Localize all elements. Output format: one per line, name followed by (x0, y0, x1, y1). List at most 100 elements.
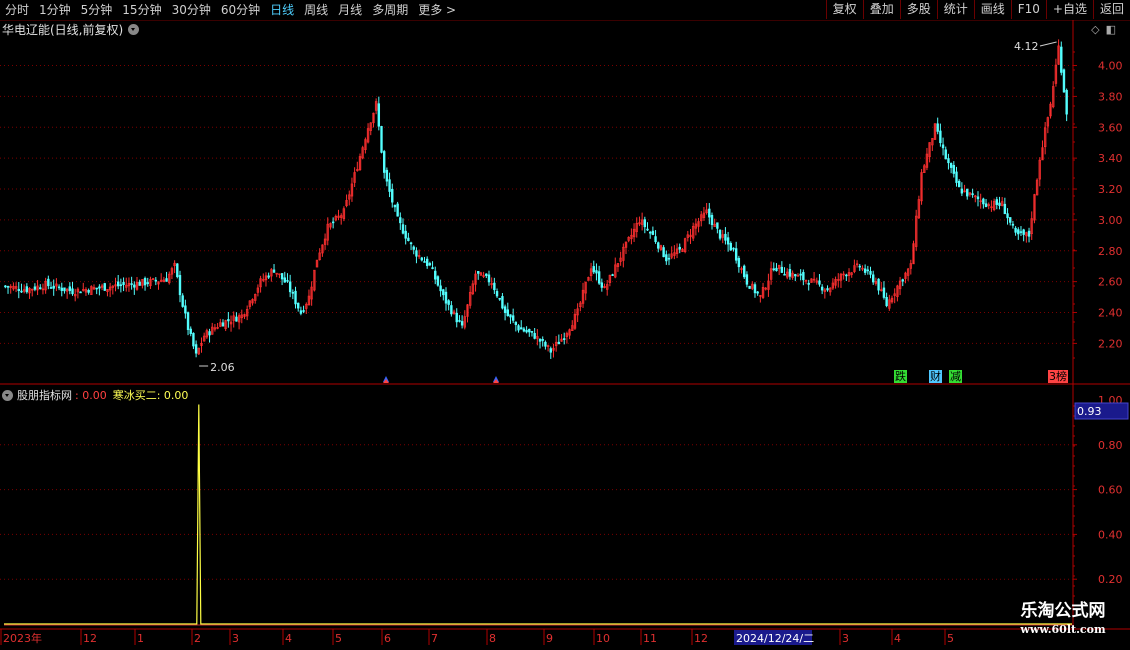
x-tick-label: 12 (694, 632, 708, 645)
candle-body (885, 297, 888, 307)
candle-body (194, 344, 198, 354)
candle-body (544, 341, 547, 347)
watermark-title: 乐淘公式网 (1020, 601, 1106, 621)
candle-body (49, 287, 53, 289)
candle-body (283, 277, 286, 283)
candle-body (143, 278, 147, 286)
candle-body (734, 248, 738, 261)
candle-body (995, 199, 998, 205)
candle-body (592, 266, 595, 273)
candle-body (1014, 227, 1017, 233)
candle-body (982, 198, 985, 205)
candle-body (514, 321, 518, 325)
candle-body (178, 275, 182, 296)
candle-body (662, 247, 665, 258)
candle-body (506, 309, 509, 317)
candle-body (272, 269, 276, 273)
candle-body (1003, 203, 1007, 215)
candle-body (407, 237, 410, 241)
candle-body (299, 310, 303, 314)
candle-body (235, 316, 238, 322)
candle-body (119, 284, 123, 287)
signal-label-2: 减 (949, 370, 962, 383)
x-tick-label: 8 (489, 632, 496, 645)
candle-body (667, 257, 671, 260)
candle-body (181, 295, 184, 307)
signal-label-0: 跌 (894, 370, 907, 383)
watermark-url: www.60lt.com (1020, 623, 1106, 636)
indicator-title: 股朋指标网 : 0.00 寒冰买二 : 0.00 (2, 387, 188, 403)
y-tick-label: 3.80 (1098, 90, 1123, 103)
candle-body (294, 290, 297, 305)
candle-body (788, 269, 792, 277)
candle-body (520, 327, 523, 330)
candle-body (1009, 217, 1012, 223)
x-tick-label: 3 (842, 632, 849, 645)
candle-body (87, 289, 90, 293)
candle-body (772, 268, 775, 271)
candle-body (122, 282, 125, 285)
candle-body (103, 283, 106, 291)
candle-body (288, 281, 292, 293)
candle-body (863, 268, 867, 273)
candle-body (648, 231, 652, 234)
candle-body (458, 320, 461, 322)
candle-body (399, 217, 402, 224)
indicator-y-tick-label: 0.80 (1098, 439, 1123, 452)
candle-body (388, 179, 391, 192)
candle-body (533, 333, 536, 339)
candle-body (485, 273, 488, 276)
candle-body (654, 236, 657, 243)
candle-body (1017, 229, 1020, 235)
candle-body (807, 282, 810, 285)
candle-body (221, 322, 225, 327)
candle-body (756, 291, 759, 294)
candle-body (431, 267, 434, 270)
candle-body (611, 274, 614, 276)
y-tick-label: 2.80 (1098, 245, 1123, 258)
candle-body (511, 315, 515, 321)
candle-body (6, 286, 10, 288)
candle-body (525, 329, 528, 333)
candle-body (794, 274, 797, 277)
candle-body (783, 273, 786, 276)
candle-body (79, 291, 82, 294)
indicator-dropdown-icon[interactable] (2, 389, 13, 401)
candle-body (509, 314, 512, 318)
y-tick-label: 2.60 (1098, 276, 1123, 289)
candle-body (4, 285, 7, 288)
candle-body (1065, 90, 1068, 115)
candle-body (869, 271, 872, 275)
candle-body (291, 292, 295, 294)
candle-body (901, 279, 904, 282)
y-tick-label: 3.60 (1098, 121, 1123, 134)
candle-body (455, 312, 458, 323)
candle-body (20, 290, 23, 293)
candle-body (1011, 223, 1015, 226)
candle-body (434, 270, 437, 280)
candle-body (820, 286, 824, 291)
candle-body (1019, 231, 1023, 233)
candle-body (600, 282, 604, 288)
candle-body (447, 300, 450, 305)
candle-body (71, 288, 74, 295)
y-tick-label: 3.00 (1098, 214, 1123, 227)
candle-body (957, 180, 961, 188)
candle-body (377, 103, 381, 127)
candle-body (826, 288, 829, 291)
candle-body (428, 263, 432, 266)
candle-body (708, 208, 711, 218)
indicator-y-tick-label: 0.40 (1098, 528, 1123, 541)
candle-body (748, 285, 751, 289)
candle-body (165, 278, 168, 282)
y-tick-label: 3.20 (1098, 183, 1123, 196)
x-tick-label: 5 (947, 632, 954, 645)
candle-body (595, 270, 598, 274)
candle-body (657, 242, 660, 249)
indicator-series2-name: 寒冰买二 (112, 389, 157, 402)
candle-body (184, 305, 187, 314)
candle-body (517, 325, 520, 331)
candle-body (442, 289, 445, 296)
candle-body (882, 287, 886, 298)
chart-canvas[interactable]: 4.00 3.80 3.60 3.40 3.20 3.00 2.80 2.60 2.40 2.20… (0, 0, 1130, 650)
